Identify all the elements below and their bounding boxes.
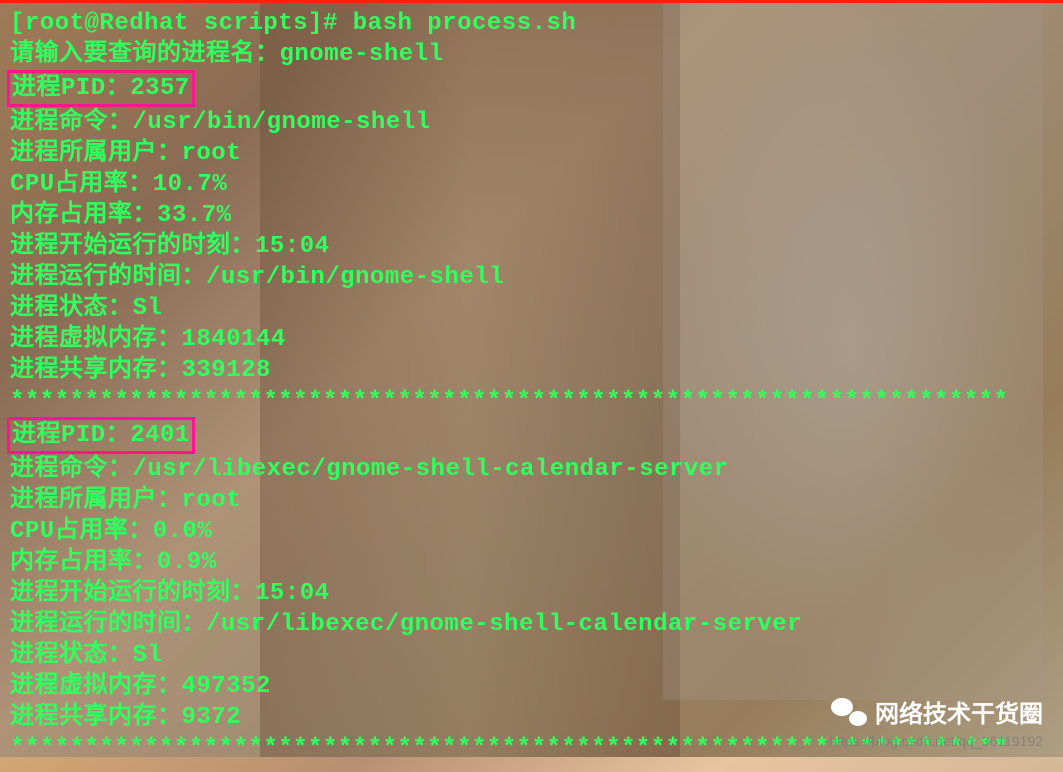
process-runtime-line: 进程运行的时间：/usr/bin/gnome-shell xyxy=(10,262,1053,293)
wechat-label: 网络技术干货圈 xyxy=(875,694,1043,729)
top-border xyxy=(0,0,1063,3)
process-runtime-line: 进程运行的时间：/usr/libexec/gnome-shell-calenda… xyxy=(10,609,1053,640)
process-stat-line: 进程状态：Sl xyxy=(10,293,1053,324)
process-pid-line: 进程PID：2401 xyxy=(10,417,1053,454)
process-shmem-line: 进程共享内存：339128 xyxy=(10,355,1053,386)
process-cmd-line: 进程命令：/usr/bin/gnome-shell xyxy=(10,107,1053,138)
prompt-line: [root@Redhat scripts]# bash process.sh xyxy=(10,8,1053,39)
process-vmem-line: 进程虚拟内存：1840144 xyxy=(10,324,1053,355)
process-start-line: 进程开始运行的时刻：15:04 xyxy=(10,578,1053,609)
process-pid-line: 进程PID：2357 xyxy=(10,70,1053,107)
process-cpu-line: CPU占用率：0.0% xyxy=(10,516,1053,547)
separator-line: ****************************************… xyxy=(10,386,1053,417)
process-cpu-line: CPU占用率：10.7% xyxy=(10,169,1053,200)
process-user-line: 进程所属用户：root xyxy=(10,138,1053,169)
wechat-icon xyxy=(831,696,867,728)
watermark-url: https://blog.csdn.net/qq_36119192 xyxy=(829,733,1043,749)
shell-prompt: [root@Redhat scripts]# xyxy=(10,10,353,37)
process-user-line: 进程所属用户：root xyxy=(10,485,1053,516)
process-start-line: 进程开始运行的时刻：15:04 xyxy=(10,231,1053,262)
process-cmd-line: 进程命令：/usr/libexec/gnome-shell-calendar-s… xyxy=(10,454,1053,485)
pid-highlight-box: 进程PID：2401 xyxy=(7,417,195,454)
process-mem-line: 内存占用率：0.9% xyxy=(10,547,1053,578)
pid-highlight-box: 进程PID：2357 xyxy=(7,70,195,107)
terminal-output[interactable]: [root@Redhat scripts]# bash process.sh 请… xyxy=(0,0,1063,772)
shell-command: bash process.sh xyxy=(353,10,577,37)
wechat-badge: 网络技术干货圈 xyxy=(831,694,1043,729)
process-stat-line: 进程状态：Sl xyxy=(10,640,1053,671)
input-value: gnome-shell xyxy=(280,41,444,68)
input-prompt-label: 请输入要查询的进程名： xyxy=(10,41,280,68)
input-line: 请输入要查询的进程名：gnome-shell xyxy=(10,39,1053,70)
process-mem-line: 内存占用率：33.7% xyxy=(10,200,1053,231)
